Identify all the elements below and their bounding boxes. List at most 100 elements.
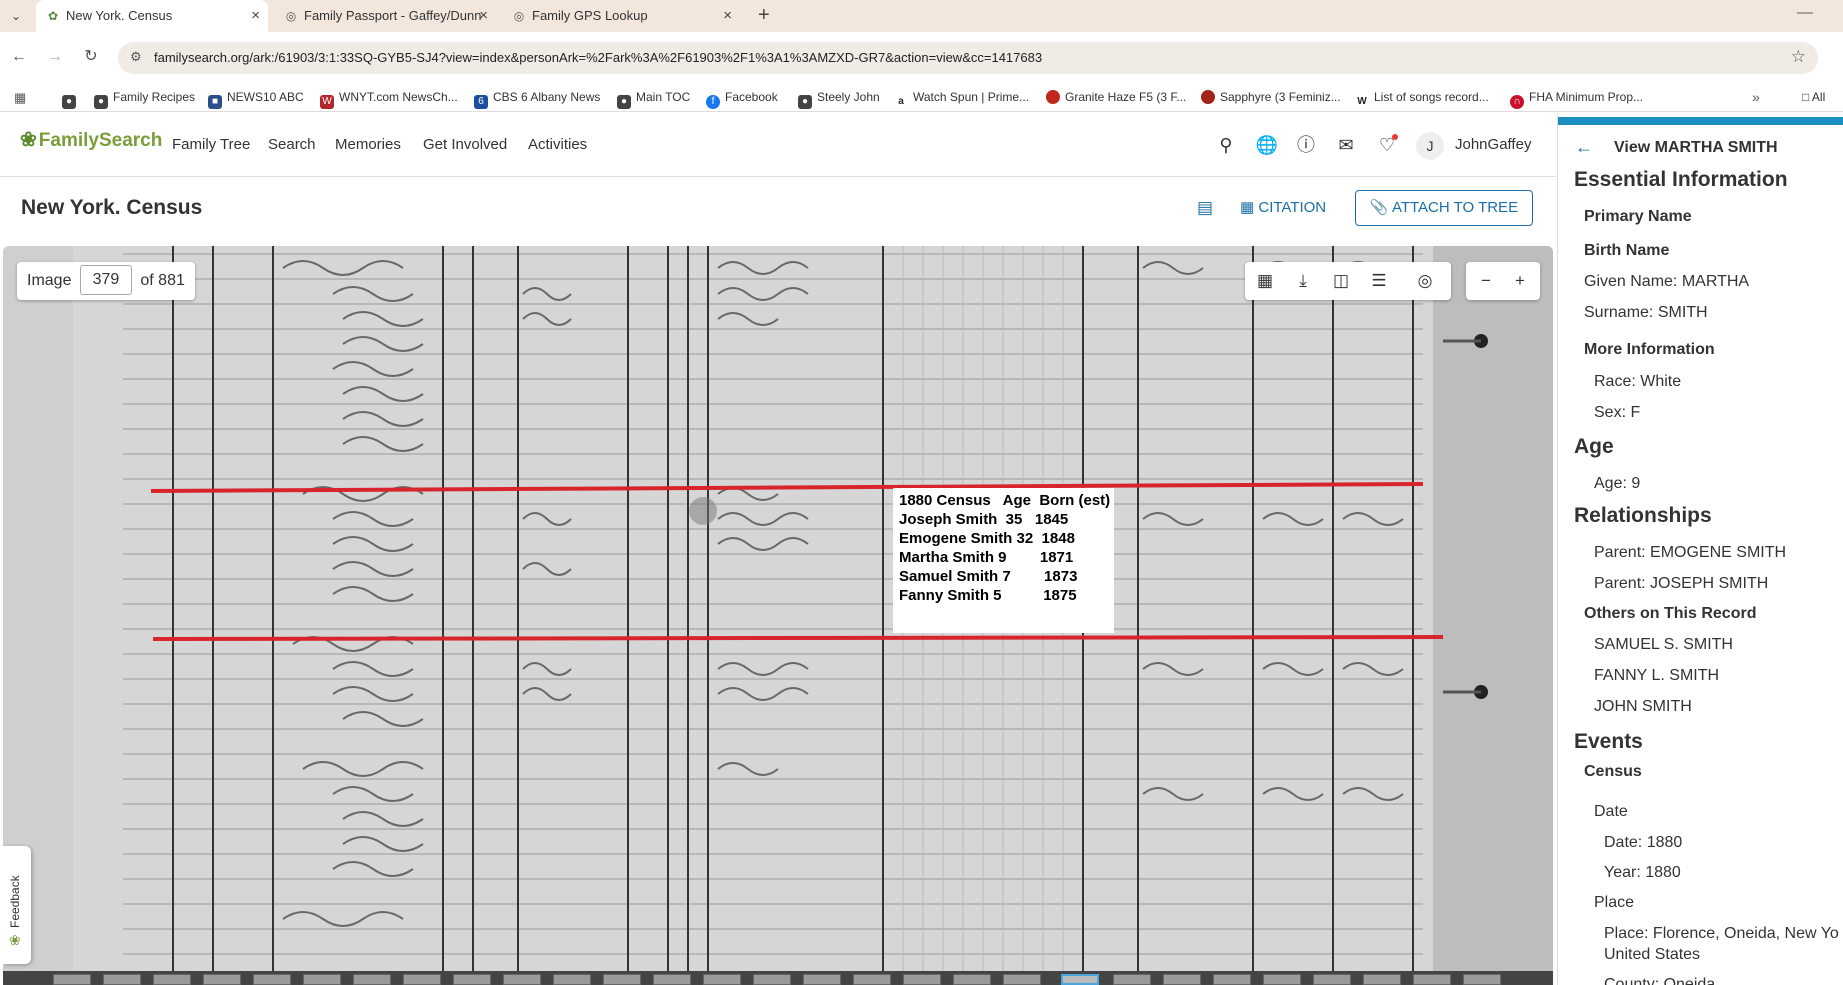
thumbnail-current[interactable] (1061, 974, 1099, 985)
parent-emogene[interactable]: Parent: EMOGENE SMITH (1594, 544, 1786, 562)
parent-joseph[interactable]: Parent: JOSEPH SMITH (1594, 575, 1768, 593)
close-tab-icon[interactable]: × (723, 0, 732, 32)
nav-memories[interactable]: Memories (335, 113, 401, 177)
tab-new-york-census[interactable]: ✿ New York. Census × (36, 0, 268, 32)
forward-arrow-icon[interactable]: → (44, 46, 66, 68)
close-tab-icon[interactable]: × (251, 0, 260, 32)
download-icon[interactable]: ⤓ (1291, 269, 1315, 293)
thumbnail[interactable] (153, 974, 191, 985)
all-bookmarks-folder[interactable]: □ All (1802, 90, 1825, 104)
nav-search[interactable]: Search (268, 113, 316, 177)
given-name: Given Name: MARTHA (1584, 273, 1750, 290)
address-bar[interactable]: ⚙ familysearch.org/ark:/61903/3:1:33SQ-G… (118, 42, 1818, 74)
thumbnail[interactable] (1003, 974, 1041, 985)
bookmark-item[interactable]: ● Steely John (798, 90, 880, 109)
adjust-sliders-icon[interactable]: ☰ (1367, 269, 1391, 293)
thumbnail[interactable] (53, 974, 91, 985)
other-person-fanny[interactable]: FANNY L. SMITH (1594, 667, 1719, 685)
thumbnail[interactable] (1163, 974, 1201, 985)
bookmark-globe[interactable]: ● (62, 90, 81, 109)
back-arrow-icon[interactable]: ← (1575, 137, 1593, 158)
thumbnail[interactable] (1263, 974, 1301, 985)
thumbnail[interactable] (903, 974, 941, 985)
image-counter: Image 379 of 881 (17, 262, 195, 300)
apps-grid-icon[interactable]: ▦ (14, 90, 26, 106)
nav-activities[interactable]: Activities (528, 113, 587, 177)
close-tab-icon[interactable]: × (479, 0, 488, 32)
avatar[interactable]: J (1416, 132, 1444, 160)
other-person-john[interactable]: JOHN SMITH (1594, 698, 1692, 716)
thumbnail[interactable] (303, 974, 341, 985)
bookmark-item[interactable]: W List of songs record... (1355, 90, 1489, 109)
bookmark-item[interactable]: W WNYT.com NewsCh... (320, 90, 458, 109)
thumbnail[interactable] (1313, 974, 1351, 985)
grid-view-icon[interactable]: ▦ (1253, 269, 1277, 293)
other-person-samuel[interactable]: SAMUEL S. SMITH (1594, 636, 1733, 654)
fit-target-icon[interactable]: ◎ (1413, 269, 1437, 293)
thumbnail[interactable] (1463, 974, 1501, 985)
census-page-image[interactable] (3, 246, 1553, 985)
thumbnail[interactable] (403, 974, 441, 985)
bookmark-label: Sapphyre (3 Feminiz... (1220, 90, 1341, 104)
thumbnail[interactable] (953, 974, 991, 985)
tab-family-passport[interactable]: ◎ Family Passport - Gaffey/Dunn × (274, 0, 496, 32)
bookmark-item[interactable]: ● Main TOC (617, 90, 690, 109)
back-arrow-icon[interactable]: ← (8, 46, 30, 68)
thumbnail[interactable] (803, 974, 841, 985)
notifications-bell-icon[interactable]: ♡ (1375, 133, 1399, 157)
bookmark-item[interactable]: ∩ FHA Minimum Prop... (1510, 90, 1643, 109)
thumbnail-filmstrip[interactable] (3, 971, 1553, 985)
thumbnail[interactable] (1363, 974, 1401, 985)
new-tab-plus-icon[interactable]: + (758, 4, 770, 27)
bookmark-item[interactable]: f Facebook (706, 90, 778, 109)
thumbnail[interactable] (253, 974, 291, 985)
language-globe-icon[interactable]: 🌐 (1255, 133, 1279, 157)
thumbnail[interactable] (1413, 974, 1451, 985)
thumbnail[interactable] (1113, 974, 1151, 985)
help-icon[interactable]: ⓘ (1294, 133, 1318, 157)
thumbnail[interactable] (103, 974, 141, 985)
thumbnail[interactable] (503, 974, 541, 985)
bookmark-item[interactable]: ■ NEWS10 ABC (208, 90, 304, 109)
bookmark-item[interactable]: Sapphyre (3 Feminiz... (1201, 90, 1341, 104)
map-pin-icon[interactable]: ⚲ (1214, 133, 1238, 157)
messages-icon[interactable]: ✉ (1334, 133, 1358, 157)
bookmark-item[interactable]: 6 CBS 6 Albany News (474, 90, 600, 109)
image-viewer[interactable]: 1880 Census Age Born (est) Joseph Smith … (3, 246, 1553, 985)
thumbnail[interactable] (353, 974, 391, 985)
feedback-tab[interactable]: Feedback ❀ (3, 846, 31, 964)
thumbnail[interactable] (653, 974, 691, 985)
thumbnail[interactable] (553, 974, 591, 985)
thumbnail[interactable] (853, 974, 891, 985)
zoom-in-icon[interactable]: + (1508, 269, 1532, 293)
citation-button[interactable]: ▦ CITATION (1240, 190, 1326, 226)
thumbnail[interactable] (703, 974, 741, 985)
tab-family-gps-lookup[interactable]: ◎ Family GPS Lookup × (502, 0, 740, 32)
minimize-window-icon[interactable]: — (1797, 4, 1813, 22)
thumbnail[interactable] (203, 974, 241, 985)
bookmarks-overflow-chevron-icon[interactable]: » (1752, 89, 1760, 105)
bookmark-star-icon[interactable]: ☆ (1791, 47, 1806, 67)
tab-search-chevron-icon[interactable]: ⌄ (6, 7, 26, 25)
bookmark-item[interactable]: Granite Haze F5 (3 F... (1046, 90, 1186, 104)
thumbnail[interactable] (453, 974, 491, 985)
site-info-icon[interactable]: ⚙ (130, 49, 142, 65)
zoom-out-icon[interactable]: − (1474, 269, 1498, 293)
bookmark-item[interactable]: ● Family Recipes (94, 90, 195, 109)
thumbnail[interactable] (603, 974, 641, 985)
nav-family-tree[interactable]: Family Tree (172, 113, 250, 177)
nav-get-involved[interactable]: Get Involved (423, 113, 507, 177)
username[interactable]: JohnGaffey (1455, 113, 1531, 177)
panel-title: View MARTHA SMITH (1614, 139, 1778, 156)
familysearch-logo[interactable]: ❀ FamilySearch (20, 127, 162, 152)
age-heading: Age (1574, 435, 1614, 458)
bookmark-label: FHA Minimum Prop... (1529, 90, 1644, 104)
archive-box-icon[interactable]: ▤ (1193, 196, 1217, 220)
thumbnail[interactable] (1213, 974, 1251, 985)
image-number-input[interactable]: 379 (79, 265, 132, 295)
attach-to-tree-button[interactable]: 📎 ATTACH TO TREE (1355, 190, 1533, 226)
compare-split-icon[interactable]: ◫ (1329, 269, 1353, 293)
thumbnail[interactable] (753, 974, 791, 985)
reload-icon[interactable]: ↻ (80, 46, 102, 68)
bookmark-item[interactable]: a Watch Spun | Prime... (894, 90, 1029, 109)
